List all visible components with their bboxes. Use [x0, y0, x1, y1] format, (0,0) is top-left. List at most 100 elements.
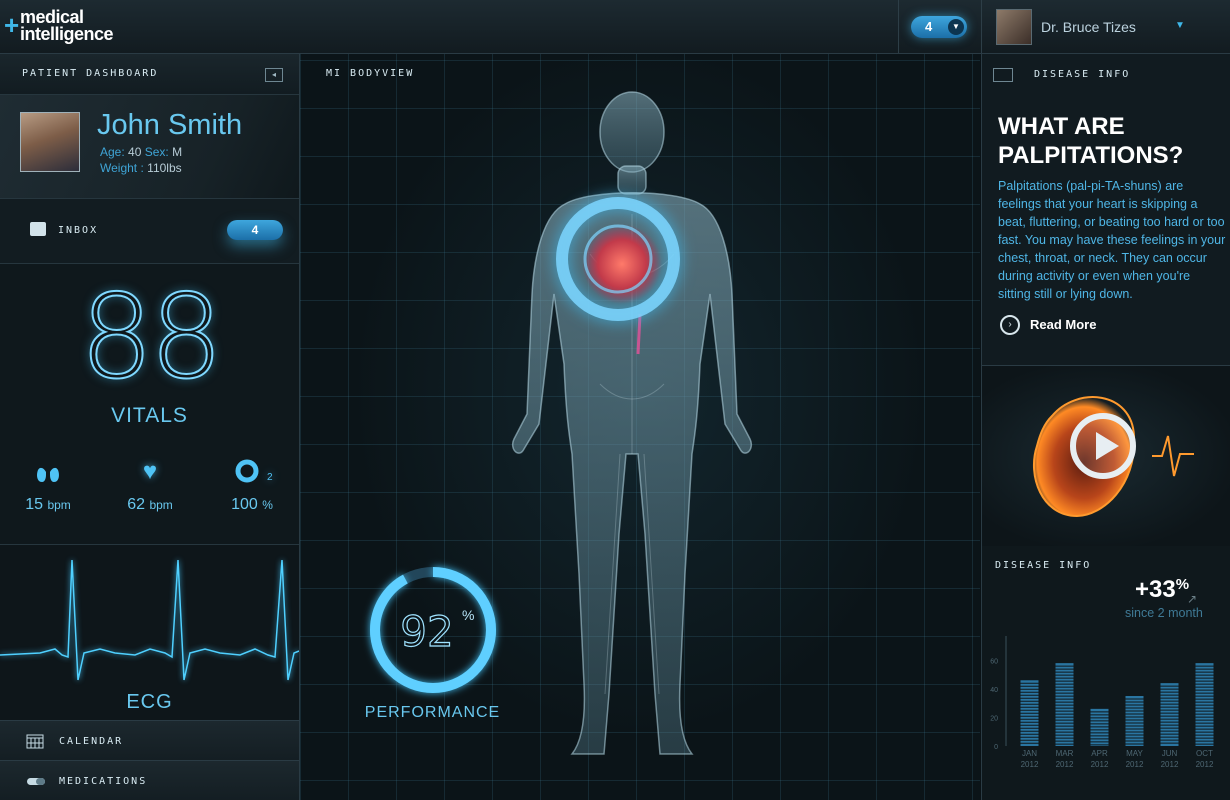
collapse-panel-icon[interactable]: ◂: [265, 68, 283, 82]
read-more-label: Read More: [1030, 317, 1097, 332]
notification-count: 4: [925, 19, 933, 34]
nav-medications[interactable]: MEDICATIONS: [0, 760, 299, 800]
stats-change: +33%: [1135, 576, 1189, 604]
x-tick-label: APR: [1091, 749, 1108, 758]
stats-change-value: +33: [1135, 576, 1176, 603]
patient-name: John Smith: [97, 109, 243, 141]
user-name[interactable]: Dr. Bruce Tizes: [1041, 19, 1136, 35]
disease-bar-chart: 0 20 40 60 JAN 2012 MAR 2012 APR 2012 MAY 2012 JUN 20…: [990, 636, 1214, 769]
oxygen-unit: %: [262, 498, 273, 512]
nav-medications-label: MEDICATIONS: [59, 776, 148, 787]
y-tick-label: 60: [990, 658, 998, 665]
heart-icon: ♥: [142, 458, 158, 485]
top-bar: + medical intelligence 4 ▼ Dr. Bruce Tiz…: [0, 0, 1230, 54]
chevron-right-circle-icon: ›: [1000, 315, 1020, 335]
user-menu-chevron-icon[interactable]: ▼: [1175, 20, 1185, 31]
dashboard-title: PATIENT DASHBOARD: [22, 68, 159, 79]
pill-icon: [26, 773, 45, 789]
trend-icon: ↗: [1187, 592, 1198, 606]
x-tick-label: 2012: [1161, 760, 1179, 769]
ecg-waveform: [0, 559, 299, 681]
respiration-stat: 15 bpm: [8, 458, 88, 514]
dashboard-header: PATIENT DASHBOARD ◂: [0, 54, 299, 95]
weight-value: 110lbs: [147, 161, 182, 175]
chart-bar: [1160, 683, 1179, 746]
x-tick-label: JUN: [1162, 749, 1178, 758]
y-tick-label: 0: [994, 744, 998, 751]
chart-bar: [1090, 708, 1109, 746]
heart-rate-value: 62: [127, 496, 145, 513]
vitals-label: VITALS: [111, 404, 188, 427]
disease-info-header: DISEASE INFO: [982, 54, 1230, 94]
divider: [981, 0, 982, 53]
o2-subscript: 2: [267, 472, 273, 483]
bodyview-panel: MI BODYVIEW 92 % PERFORMANCE: [300, 54, 980, 800]
weight-label: Weight :: [100, 161, 144, 175]
age-label: Age:: [100, 145, 125, 159]
patient-card[interactable]: John Smith Age: 40 Sex: M Weight : 110lb…: [0, 95, 299, 199]
inbox-count-badge[interactable]: 4: [227, 220, 283, 240]
article-body: Palpitations (pal-pi-TA-shuns) are feeli…: [998, 179, 1226, 301]
inbox-label: INBOX: [58, 225, 99, 236]
notifications-button[interactable]: 4 ▼: [911, 16, 967, 38]
inbox-icon: [30, 222, 46, 236]
stats-subtitle: since 2 month: [1125, 606, 1203, 620]
x-tick-label: 2012: [1056, 760, 1074, 769]
respiration-value: 15: [25, 496, 43, 513]
y-tick-label: 40: [990, 687, 998, 694]
vitals-value: 88: [79, 270, 225, 405]
divider: [898, 0, 899, 53]
user-avatar[interactable]: [996, 9, 1032, 45]
age-value: 40: [128, 145, 142, 159]
x-tick-label: 2012: [1091, 760, 1109, 769]
disease-info-title: DISEASE INFO: [1034, 69, 1131, 80]
video-thumbnail: [1032, 396, 1194, 518]
x-tick-label: MAY: [1126, 749, 1143, 758]
chart-bar: [1020, 680, 1039, 746]
disease-info-panel: DISEASE INFO WHAT ARE PALPITATIONS? Palp…: [981, 54, 1230, 800]
folder-icon[interactable]: [993, 68, 1013, 82]
x-tick-label: 2012: [1196, 760, 1214, 769]
heart-rate-stat: ♥ 62 bpm: [110, 458, 190, 514]
patient-dashboard-panel: PATIENT DASHBOARD ◂ John Smith Age: 40 S…: [0, 54, 300, 800]
x-tick-label: 2012: [1126, 760, 1144, 769]
video-player[interactable]: [982, 365, 1230, 547]
respiration-unit: bpm: [47, 498, 71, 512]
y-tick-label: 20: [990, 715, 998, 722]
chevron-down-icon: ▼: [948, 19, 964, 35]
patient-age-sex: Age: 40 Sex: M: [100, 145, 182, 159]
oxygen-stat: 2 100 %: [212, 458, 292, 514]
x-tick-label: JAN: [1022, 749, 1037, 758]
performance-label: PERFORMANCE: [364, 704, 501, 721]
x-tick-label: 2012: [1021, 760, 1039, 769]
chart-bar: [1195, 663, 1214, 746]
stats-change-unit: %: [1175, 576, 1190, 593]
disease-stats-block: DISEASE INFO +33% ↗ since 2 month 0 20 40 6…: [982, 546, 1230, 800]
chart-bar: [1055, 663, 1074, 746]
ecg-label: ECG: [126, 691, 173, 713]
ecg-block: ECG: [0, 545, 299, 720]
x-tick-label: MAR: [1056, 749, 1074, 758]
patient-weight: Weight : 110lbs: [100, 161, 182, 175]
oxygen-value: 100: [231, 496, 258, 513]
lungs-icon: [8, 458, 88, 488]
vitals-block: 88 VITALS 15 bpm ♥ 62 bpm 2 100 %: [0, 264, 299, 545]
x-tick-label: OCT: [1196, 749, 1213, 758]
logo-text-line2: intelligence: [20, 24, 114, 44]
patient-avatar: [20, 112, 80, 172]
article-title: WHAT ARE PALPITATIONS?: [998, 113, 1184, 169]
nav-calendar-label: CALENDAR: [59, 736, 124, 747]
logo[interactable]: + medical intelligence: [4, 6, 144, 46]
performance-gauge: 92 %: [370, 567, 496, 693]
performance-value: 92: [400, 607, 453, 656]
calendar-icon: [26, 733, 44, 749]
sex-label: Sex:: [144, 145, 169, 159]
performance-unit: %: [462, 607, 474, 623]
stats-title: DISEASE INFO: [995, 560, 1092, 571]
nav-calendar[interactable]: CALENDAR: [0, 720, 299, 760]
sex-value: M: [172, 145, 183, 159]
chart-bar: [1125, 696, 1144, 746]
inbox-row[interactable]: INBOX 4: [0, 199, 299, 264]
logo-plus-icon: +: [4, 10, 20, 40]
heart-rate-unit: bpm: [149, 498, 173, 512]
